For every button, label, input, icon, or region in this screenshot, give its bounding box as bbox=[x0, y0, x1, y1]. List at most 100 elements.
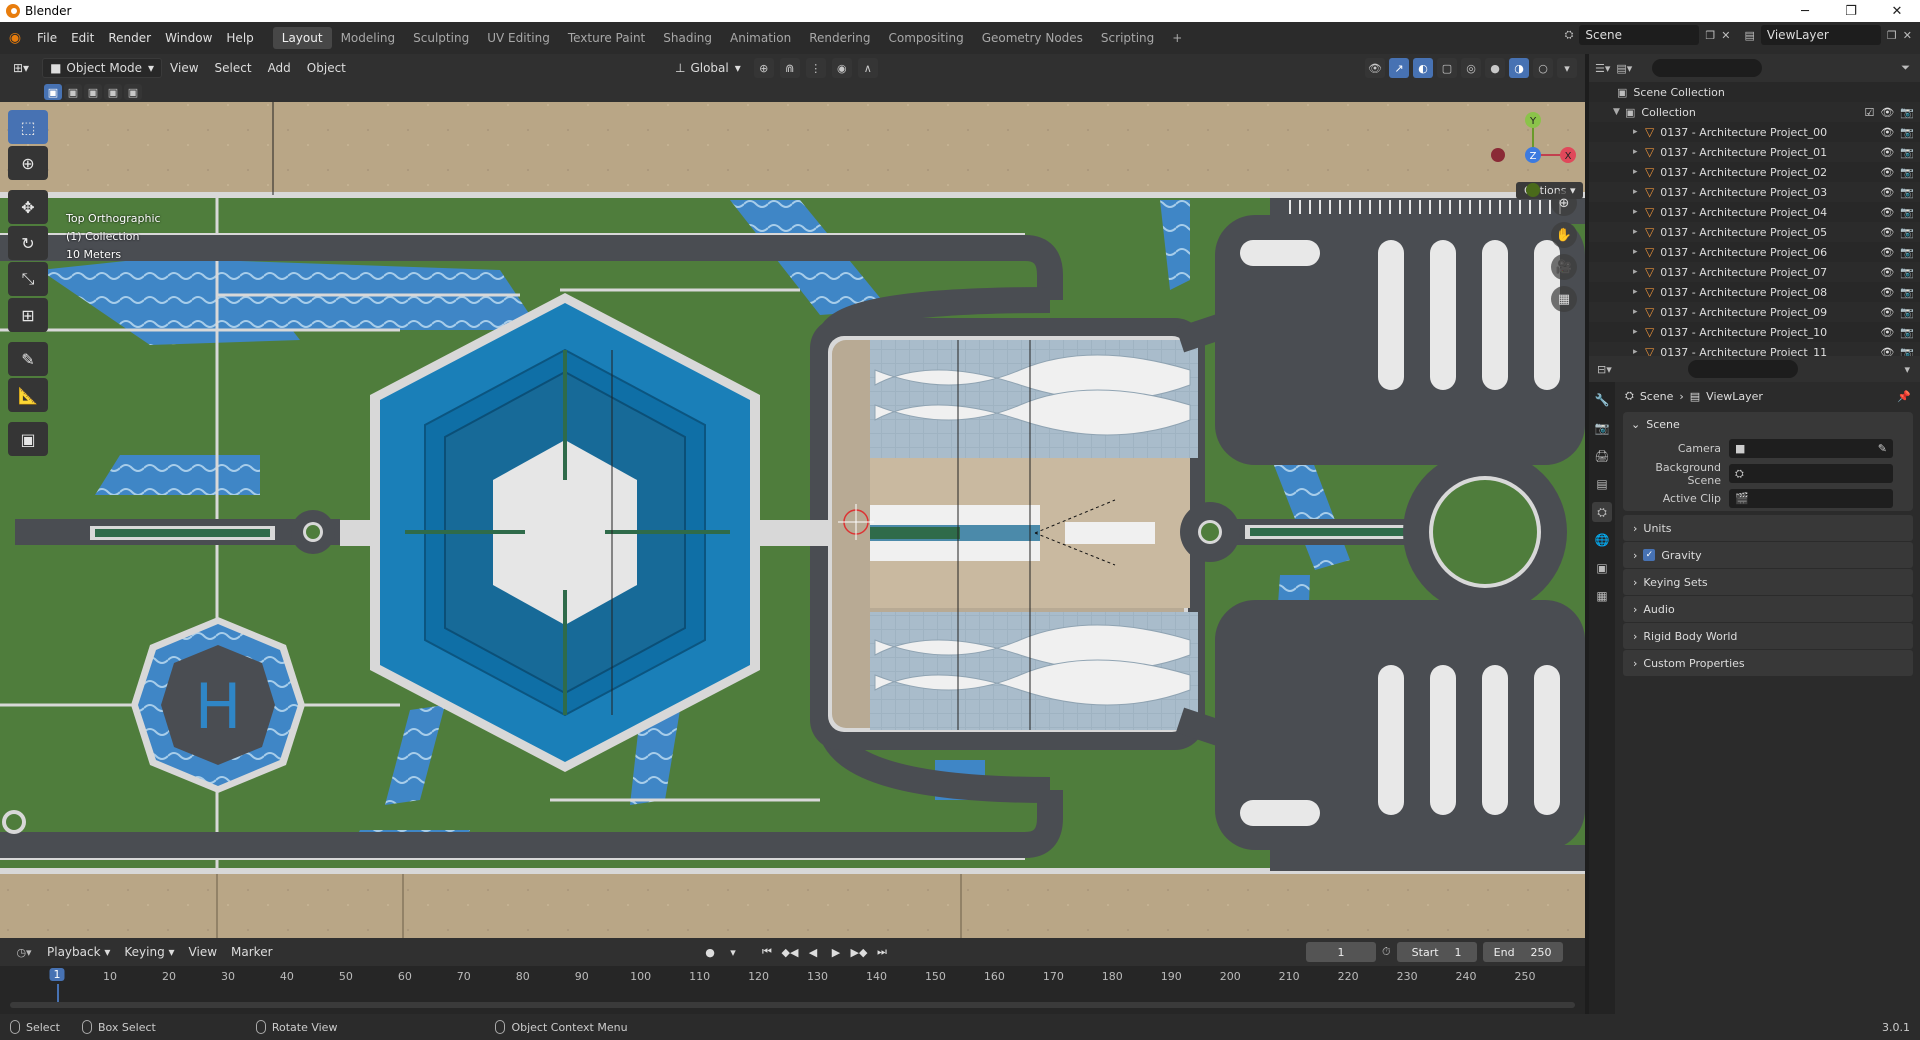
expand-icon[interactable]: ▸ bbox=[1633, 247, 1645, 257]
minimize-icon[interactable]: ─ bbox=[1782, 0, 1828, 22]
gravity-panel[interactable]: › ✓ Gravity bbox=[1623, 542, 1913, 568]
measure-tool-icon[interactable]: 📐 bbox=[8, 378, 48, 412]
scene-icon[interactable]: ⛭ bbox=[1565, 28, 1574, 42]
pan-hand-icon[interactable]: ✋ bbox=[1551, 222, 1577, 248]
select-box-tool-icon[interactable]: ⬚ bbox=[8, 110, 48, 144]
select-intersect-icon[interactable]: ▣ bbox=[124, 84, 142, 100]
gizmo-icon[interactable]: ↗ bbox=[1389, 58, 1409, 78]
timeline-ruler[interactable]: 1 10 20 30 40 50 60 70 80 90 100 110 120 130 140 150 160… bbox=[0, 966, 1585, 1014]
editor-type-icon[interactable]: ⊞▾ bbox=[6, 58, 36, 78]
preview-range-icon[interactable]: ⏱ bbox=[1382, 945, 1391, 959]
expand-icon[interactable]: ▸ bbox=[1633, 167, 1645, 177]
outliner-item[interactable]: ▸ ▽ 0137 - Architecture Project_10 👁 📷 bbox=[1589, 322, 1920, 342]
view-layer-field[interactable]: ViewLayer bbox=[1760, 25, 1881, 45]
eye-icon[interactable]: 👁 bbox=[1880, 206, 1894, 219]
end-frame-field[interactable]: End 250 bbox=[1482, 942, 1563, 962]
scene-panel-header[interactable]: ⌄ Scene bbox=[1623, 412, 1913, 436]
tab-animation[interactable]: Animation bbox=[721, 27, 800, 49]
tab-shading[interactable]: Shading bbox=[654, 27, 721, 49]
render-camera-icon[interactable]: 📷 bbox=[1900, 246, 1914, 259]
outliner-search-input[interactable] bbox=[1652, 59, 1763, 77]
render-camera-icon[interactable]: 📷 bbox=[1900, 106, 1914, 119]
tab-layout[interactable]: Layout bbox=[272, 27, 332, 49]
add-cube-tool-icon[interactable]: ▣ bbox=[8, 422, 48, 456]
expand-icon[interactable]: ▸ bbox=[1633, 187, 1645, 197]
new-view-layer-icon[interactable]: ❐ bbox=[1887, 29, 1897, 42]
world-tab-icon[interactable]: 🌐 bbox=[1592, 530, 1612, 550]
expand-icon[interactable]: ▸ bbox=[1633, 207, 1645, 217]
select-extend-icon[interactable]: ▣ bbox=[64, 84, 82, 100]
rendered-shading-icon[interactable]: ○ bbox=[1533, 58, 1553, 78]
render-camera-icon[interactable]: 📷 bbox=[1900, 166, 1914, 179]
tab-sculpting[interactable]: Sculpting bbox=[404, 27, 478, 49]
outliner-item[interactable]: ▸ ▽ 0137 - Architecture Project_00 👁 📷 bbox=[1589, 122, 1920, 142]
tool-tab-icon[interactable]: 🔧 bbox=[1592, 390, 1612, 410]
view-layer-icon[interactable]: ▤ bbox=[1745, 29, 1755, 42]
menu-timeline-view[interactable]: View bbox=[182, 945, 224, 959]
expand-icon[interactable]: ▸ bbox=[1633, 267, 1645, 277]
render-camera-icon[interactable]: 📷 bbox=[1900, 266, 1914, 279]
jump-end-icon[interactable]: ⏭ bbox=[872, 942, 892, 962]
move-tool-icon[interactable]: ✥ bbox=[8, 190, 48, 224]
render-camera-icon[interactable]: 📷 bbox=[1900, 226, 1914, 239]
properties-search-input[interactable] bbox=[1687, 360, 1798, 378]
start-frame-field[interactable]: Start 1 bbox=[1396, 942, 1477, 962]
scene-render[interactable]: H bbox=[0, 102, 1585, 938]
render-camera-icon[interactable]: 📷 bbox=[1900, 186, 1914, 199]
eye-icon[interactable]: 👁 bbox=[1880, 226, 1894, 239]
collapse-icon[interactable]: ▼ bbox=[1613, 107, 1625, 117]
background-scene-field[interactable]: ⛭ bbox=[1729, 464, 1893, 483]
close-icon[interactable]: ✕ bbox=[1874, 0, 1920, 22]
playhead-frame-label[interactable]: 1 bbox=[49, 968, 65, 981]
expand-icon[interactable]: ▸ bbox=[1633, 307, 1645, 317]
view-layer-tab-icon[interactable]: ▤ bbox=[1592, 474, 1612, 494]
shading-options-icon[interactable]: ▾ bbox=[1557, 58, 1577, 78]
outliner-item[interactable]: ▸ ▽ 0137 - Architecture Project_08 👁 📷 bbox=[1589, 282, 1920, 302]
outliner-editor-type-icon[interactable]: ☰▾ bbox=[1595, 62, 1610, 75]
remove-scene-icon[interactable]: ✕ bbox=[1721, 29, 1730, 42]
snap-icon[interactable]: ⋒ bbox=[779, 58, 800, 78]
solid-shading-icon[interactable]: ● bbox=[1485, 58, 1505, 78]
collection-tab-icon[interactable]: ▣ bbox=[1592, 558, 1612, 578]
blender-menu-icon[interactable]: ◉ bbox=[0, 30, 30, 46]
gizmo-neg-y-axis[interactable] bbox=[1526, 183, 1540, 197]
new-scene-icon[interactable]: ❐ bbox=[1705, 29, 1715, 42]
menu-marker[interactable]: Marker bbox=[224, 945, 279, 959]
outliner-item[interactable]: ▸ ▽ 0137 - Architecture Project_06 👁 📷 bbox=[1589, 242, 1920, 262]
camera-view-icon[interactable]: 🎥 bbox=[1551, 254, 1577, 280]
tab-scripting[interactable]: Scripting bbox=[1092, 27, 1163, 49]
outliner-item[interactable]: ▸ ▽ 0137 - Architecture Project_02 👁 📷 bbox=[1589, 162, 1920, 182]
render-tab-icon[interactable]: 📷 bbox=[1592, 418, 1612, 438]
tab-uv-editing[interactable]: UV Editing bbox=[478, 27, 559, 49]
tab-texture-paint[interactable]: Texture Paint bbox=[559, 27, 654, 49]
scene-field[interactable]: Scene bbox=[1579, 25, 1700, 45]
rigid-body-world-panel[interactable]: › Rigid Body World bbox=[1623, 623, 1913, 649]
wireframe-shading-icon[interactable]: ◎ bbox=[1461, 58, 1481, 78]
select-subtract-icon[interactable]: ▣ bbox=[84, 84, 102, 100]
render-camera-icon[interactable]: 📷 bbox=[1900, 146, 1914, 159]
eyedropper-icon[interactable]: ✎ bbox=[1878, 442, 1887, 455]
select-invert-icon[interactable]: ▣ bbox=[104, 84, 122, 100]
tab-geometry-nodes[interactable]: Geometry Nodes bbox=[973, 27, 1092, 49]
units-panel[interactable]: › Units bbox=[1623, 515, 1913, 541]
play-reverse-icon[interactable]: ◀ bbox=[803, 942, 823, 962]
annotate-tool-icon[interactable]: ✎ bbox=[8, 342, 48, 376]
play-icon[interactable]: ▶ bbox=[826, 942, 846, 962]
next-keyframe-icon[interactable]: ▶◆ bbox=[849, 942, 869, 962]
checkbox-icon[interactable]: ☑ bbox=[1864, 106, 1874, 119]
prev-keyframe-icon[interactable]: ◆◀ bbox=[780, 942, 800, 962]
eye-icon[interactable]: 👁 bbox=[1880, 266, 1894, 279]
tab-rendering[interactable]: Rendering bbox=[800, 27, 879, 49]
expand-icon[interactable]: ▸ bbox=[1633, 227, 1645, 237]
eye-icon[interactable]: 👁 bbox=[1880, 146, 1894, 159]
outliner-item[interactable]: ▸ ▽ 0137 - Architecture Project_01 👁 📷 bbox=[1589, 142, 1920, 162]
xray-icon[interactable]: ▢ bbox=[1437, 58, 1457, 78]
outliner-item[interactable]: ▸ ▽ 0137 - Architecture Project_07 👁 📷 bbox=[1589, 262, 1920, 282]
audio-panel[interactable]: › Audio bbox=[1623, 596, 1913, 622]
playhead-line[interactable] bbox=[57, 984, 59, 1002]
menu-help[interactable]: Help bbox=[219, 31, 260, 45]
filter-icon[interactable]: ⏷ bbox=[1901, 61, 1910, 75]
falloff-icon[interactable]: ∧ bbox=[857, 58, 878, 78]
navigation-gizmo[interactable]: Y X Z bbox=[1488, 110, 1578, 200]
transform-orientation-dropdown[interactable]: ⊥ Global ▾ bbox=[668, 58, 748, 78]
